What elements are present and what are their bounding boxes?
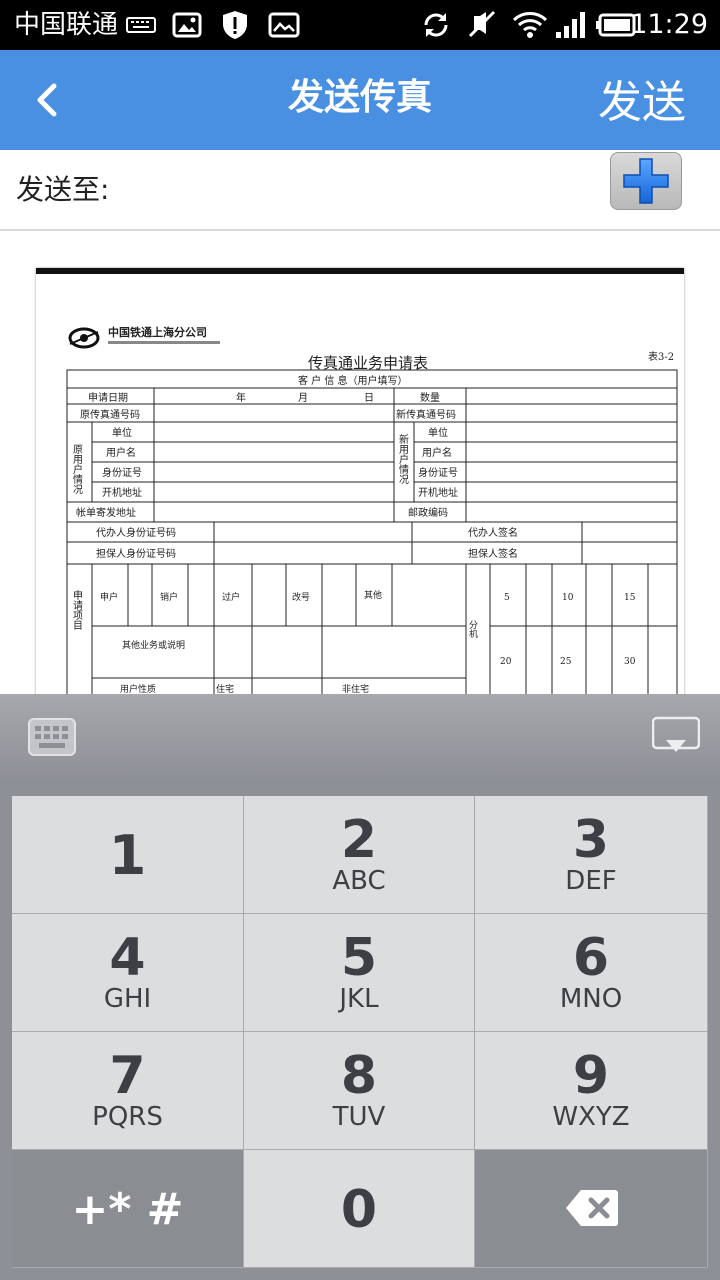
key-backspace[interactable] (475, 1150, 708, 1268)
key-3[interactable]: 3 DEF (475, 796, 708, 914)
key-2-letters: ABC (332, 866, 386, 896)
new-username: 用户名 (422, 446, 452, 459)
mute-icon (468, 10, 496, 38)
keyboard-toolbar (0, 694, 720, 785)
key-symbols[interactable]: +* # (12, 1150, 244, 1268)
group-old-user: 原用户情况 (71, 444, 83, 495)
key-5-number: 5 (340, 928, 378, 988)
new-unit: 单位 (428, 426, 448, 439)
send-button[interactable]: 发送 (598, 72, 686, 134)
backspace-icon (566, 1190, 618, 1226)
key-4[interactable]: 4 GHI (12, 914, 244, 1032)
extension-30: 30 (624, 657, 636, 667)
group-new-user: 新用户情况 (397, 433, 409, 485)
recipient-row: 发送至: (0, 150, 720, 231)
key-8[interactable]: 8 TUV (244, 1032, 475, 1150)
extension-15: 15 (624, 593, 636, 603)
key-1[interactable]: 1 (12, 796, 244, 914)
key-6[interactable]: 6 MNO (475, 914, 708, 1032)
key-1-number: 1 (108, 824, 147, 887)
document-form: 中国铁通上海分公司 传真通业务申请表 表3-2 客 户 信 息（用户填写） 申请… (66, 325, 678, 700)
section-heading: 客 户 信 息（用户填写） (298, 374, 408, 387)
status-bar: 中国联通 11:29 (0, 0, 720, 50)
other-business-label: 其他业务或说明 (122, 639, 185, 651)
key-7[interactable]: 7 PQRS (12, 1032, 244, 1150)
fax-document-preview: 中国铁通上海分公司 传真通业务申请表 表3-2 客 户 信 息（用户填写） 申请… (36, 268, 684, 700)
row-agent-signature: 代办人签名 (468, 526, 518, 539)
new-id-number: 身份证号 (418, 466, 458, 479)
key-9-number: 9 (572, 1046, 610, 1106)
row-month: 月 (298, 392, 308, 404)
company-logo (68, 327, 100, 349)
form-title: 传真通业务申请表 (308, 354, 428, 372)
company-name: 中国铁通上海分公司 (108, 325, 207, 339)
extension-20: 20 (500, 657, 512, 667)
key-9-letters: WXYZ (552, 1102, 630, 1132)
extension-10: 10 (562, 593, 574, 603)
key-8-number: 8 (340, 1046, 378, 1106)
image-icon (172, 12, 202, 38)
row-year: 年 (236, 391, 246, 404)
key-symbols-label: +* # (71, 1184, 184, 1235)
new-install-address: 开机地址 (418, 486, 458, 499)
key-5-letters: JKL (339, 984, 379, 1014)
row-day: 日 (364, 393, 374, 404)
clock: 11:29 (630, 9, 708, 40)
key-7-number: 7 (109, 1046, 146, 1106)
row-postcode: 邮政编码 (408, 506, 448, 519)
row-bill-address: 帐单寄发地址 (76, 506, 136, 519)
table-number: 表3-2 (648, 350, 674, 363)
old-id-number: 身份证号 (102, 466, 142, 479)
key-4-number: 4 (109, 928, 146, 988)
apply-item-cancel: 销户 (160, 591, 178, 603)
carrier-name: 中国联通 (14, 10, 119, 40)
row-agent-id: 代办人身份证号码 (96, 526, 176, 539)
plus-icon (623, 158, 669, 204)
apply-item-other: 其他 (364, 589, 382, 601)
old-username: 用户名 (106, 446, 136, 459)
key-8-letters: TUV (332, 1102, 386, 1132)
sync-icon (424, 13, 448, 37)
apply-item-open: 申户 (100, 591, 118, 603)
key-0-number: 0 (340, 1180, 378, 1240)
key-3-letters: DEF (565, 866, 617, 896)
key-2-number: 2 (340, 810, 378, 870)
keyboard-icon (126, 17, 156, 33)
apply-item-change-number: 改号 (292, 591, 310, 603)
key-6-letters: MNO (559, 984, 623, 1014)
row-apply-date: 申请日期 (88, 391, 128, 404)
extension-5: 5 (504, 593, 510, 603)
key-0[interactable]: 0 (244, 1150, 475, 1268)
add-recipient-button[interactable] (610, 152, 682, 210)
row-new-fax-number: 新传真通号码 (396, 408, 456, 421)
apply-item-transfer: 过户 (222, 591, 240, 603)
row-quantity: 数量 (420, 391, 440, 404)
shield-alert-icon (223, 11, 247, 39)
key-2[interactable]: 2 ABC (244, 796, 475, 914)
key-3-number: 3 (572, 810, 610, 870)
key-4-letters: GHI (103, 984, 152, 1014)
key-5[interactable]: 5 JKL (244, 914, 475, 1032)
apply-items-label: 申请项目 (71, 589, 83, 630)
numeric-keyboard: 1 2 ABC 3 DEF 4 GHI 5 JKL 6 MNO 7 PQRS 8 TUV 9W… (0, 784, 720, 1280)
old-unit: 单位 (112, 426, 132, 439)
row-guarantor-signature: 担保人签名 (468, 547, 518, 560)
app-header: 发送传真 发送 (0, 50, 720, 150)
keyboard-switch-icon[interactable] (28, 718, 76, 756)
extension-25: 25 (560, 657, 572, 667)
signal-icon (556, 12, 585, 38)
recipient-label: 发送至: (16, 173, 110, 206)
gallery-icon (268, 12, 300, 38)
row-old-fax-number: 原传真通号码 (80, 408, 140, 421)
key-9[interactable]: 9 WXYZ (475, 1032, 708, 1150)
key-6-number: 6 (572, 928, 610, 988)
key-7-letters: PQRS (92, 1102, 163, 1132)
hide-keyboard-icon[interactable] (652, 716, 700, 756)
old-install-address: 开机地址 (102, 486, 142, 499)
extension-label: 分机 (467, 620, 478, 639)
wifi-icon (512, 12, 548, 38)
row-guarantor-id: 担保人身份证号码 (96, 547, 176, 560)
